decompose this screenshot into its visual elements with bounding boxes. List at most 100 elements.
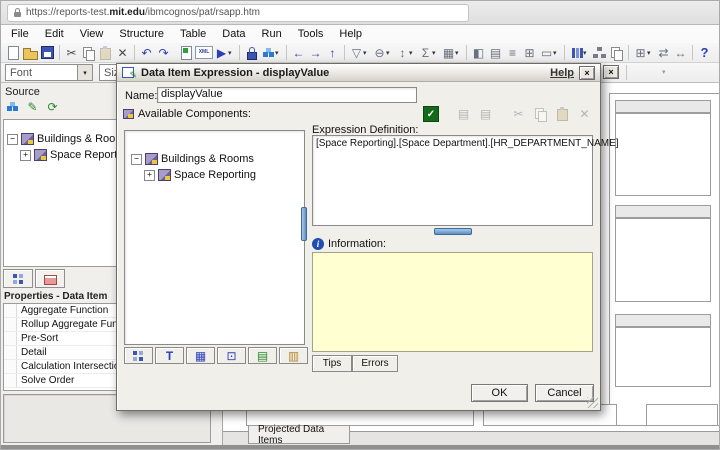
pivot-icon[interactable]: ↔ <box>672 45 689 61</box>
clear-style-button[interactable]: × <box>603 65 619 79</box>
suppress-icon[interactable]: ⊖ <box>371 45 388 61</box>
menu-help[interactable]: Help <box>331 26 370 42</box>
font-select[interactable]: Font ▾ <box>5 64 93 81</box>
insert-table-icon[interactable]: ▤ <box>487 45 504 61</box>
container-icon[interactable]: ⊞ <box>521 45 538 61</box>
paste-icon[interactable] <box>97 45 114 61</box>
validate-expression-icon[interactable]: ✓ <box>423 106 439 122</box>
close-icon[interactable]: × <box>579 66 595 80</box>
property-gutter <box>4 304 17 317</box>
new-report-icon[interactable] <box>5 45 22 61</box>
toolbox-tab[interactable] <box>35 269 65 288</box>
refresh-package-icon[interactable]: ⟳ <box>44 99 61 115</box>
group-items-icon[interactable] <box>591 45 608 61</box>
back-icon[interactable]: ← <box>290 45 307 61</box>
delete-icon[interactable]: ✕ <box>114 45 131 61</box>
url-domain: mit.edu <box>109 7 145 18</box>
bookmarks-tab[interactable]: ▥ <box>279 347 308 364</box>
font-select-caret-icon[interactable]: ▾ <box>77 65 92 80</box>
paste-icon[interactable] <box>554 106 571 122</box>
headers-footers-icon[interactable]: ≡ <box>504 45 521 61</box>
undo-icon[interactable]: ▤ <box>455 106 472 122</box>
projected-data-items-tab[interactable]: Projected Data Items <box>248 426 350 444</box>
insert-package-icon[interactable] <box>260 45 277 61</box>
components-tree-root-row[interactable]: − Buildings & Rooms <box>131 153 304 165</box>
source-view-icon[interactable] <box>4 99 21 115</box>
page-layers-icon[interactable]: ▭ <box>538 45 555 61</box>
ok-button[interactable]: OK <box>471 384 528 402</box>
cut-icon[interactable]: ✂ <box>63 45 80 61</box>
expand-icon[interactable]: + <box>20 150 31 161</box>
filter-icon[interactable]: ▽ <box>348 45 365 61</box>
source-pane-toolbar: ✎ ⟳ <box>4 99 61 115</box>
summarize-icon[interactable]: Σ <box>417 45 434 61</box>
copy-icon[interactable] <box>532 106 549 122</box>
model-tab[interactable] <box>124 347 153 364</box>
menu-run[interactable]: Run <box>254 26 290 42</box>
namespace-icon <box>158 169 171 181</box>
information-label: Information: <box>328 238 386 250</box>
swap-rows-columns-icon[interactable]: ⇄ <box>655 45 672 61</box>
copy-icon[interactable] <box>80 45 97 61</box>
expression-text: [Space Reporting].[Space Department].[HR… <box>313 136 592 151</box>
parameters-tab[interactable]: ⊡ <box>217 347 246 364</box>
menu-table[interactable]: Table <box>172 26 214 42</box>
data-items-tab[interactable]: T <box>155 347 184 364</box>
chart-icon[interactable] <box>568 45 585 61</box>
components-tree-root-label: Buildings & Rooms <box>161 153 254 165</box>
open-report-icon[interactable] <box>22 45 39 61</box>
toolbar-separator <box>466 45 467 60</box>
horizontal-splitter-handle[interactable] <box>434 228 472 235</box>
save-report-icon[interactable] <box>39 45 56 61</box>
query-box-header <box>615 205 711 218</box>
redo-icon[interactable]: ↷ <box>155 45 172 61</box>
name-input[interactable]: displayValue <box>157 87 417 103</box>
borders-icon[interactable]: ▦ <box>440 45 457 61</box>
functions-tab[interactable]: ▦ <box>186 347 215 364</box>
property-label: Solve Order <box>17 375 74 386</box>
cut-icon[interactable]: ✂ <box>510 106 527 122</box>
errors-tab[interactable]: Errors <box>352 355 398 372</box>
vertical-splitter-handle[interactable] <box>301 207 307 241</box>
collapse-icon[interactable]: − <box>7 134 18 145</box>
explorer-tabs <box>3 269 65 288</box>
help-link[interactable]: Help <box>550 67 574 79</box>
cancel-button[interactable]: Cancel <box>535 384 594 402</box>
style-picker-caret-icon[interactable]: ▾ <box>662 68 670 76</box>
resize-grip[interactable] <box>587 397 598 408</box>
forward-icon[interactable]: → <box>307 45 324 61</box>
expression-editor[interactable]: [Space Reporting].[Space Department].[HR… <box>312 135 593 226</box>
validate-report-icon[interactable] <box>178 45 195 61</box>
toolbar-separator <box>626 65 627 80</box>
menu-file[interactable]: File <box>3 26 37 42</box>
lock-icon[interactable] <box>243 45 260 61</box>
xml-icon[interactable]: XML <box>195 46 213 59</box>
redo-icon[interactable]: ▤ <box>477 106 494 122</box>
menu-structure[interactable]: Structure <box>111 26 172 42</box>
table-style-icon[interactable]: ⊞ <box>632 45 649 61</box>
macros-tab[interactable]: ▤ <box>248 347 277 364</box>
source-pane-title: Source <box>5 86 40 98</box>
url-field[interactable]: https://reports-test.mit.edu/ibmcognos/p… <box>7 4 469 22</box>
collapse-icon[interactable]: − <box>131 154 142 165</box>
tips-tab[interactable]: Tips <box>312 355 352 372</box>
menu-data[interactable]: Data <box>214 26 253 42</box>
go-up-icon[interactable]: ↑ <box>324 45 341 61</box>
property-label: Calculation Intersection <box>17 361 125 372</box>
undo-icon[interactable]: ↶ <box>138 45 155 61</box>
menu-edit[interactable]: Edit <box>37 26 72 42</box>
expand-icon[interactable]: + <box>144 170 155 181</box>
menu-tools[interactable]: Tools <box>290 26 332 42</box>
property-label: Pre-Sort <box>17 333 58 344</box>
delete-icon[interactable]: ✕ <box>576 106 593 122</box>
edit-package-icon[interactable]: ✎ <box>24 99 41 115</box>
sort-icon[interactable]: ↕ <box>394 45 411 61</box>
information-tabs: Tips Errors <box>312 355 398 372</box>
help-icon[interactable]: ? <box>696 45 713 61</box>
source-tab[interactable] <box>3 269 33 288</box>
menu-view[interactable]: View <box>72 26 112 42</box>
duplicate-icon[interactable] <box>608 45 625 61</box>
section-icon[interactable]: ◧ <box>470 45 487 61</box>
run-report-icon[interactable]: ▶ <box>213 45 230 61</box>
components-tree-child-row[interactable]: + Space Reporting <box>144 169 304 181</box>
